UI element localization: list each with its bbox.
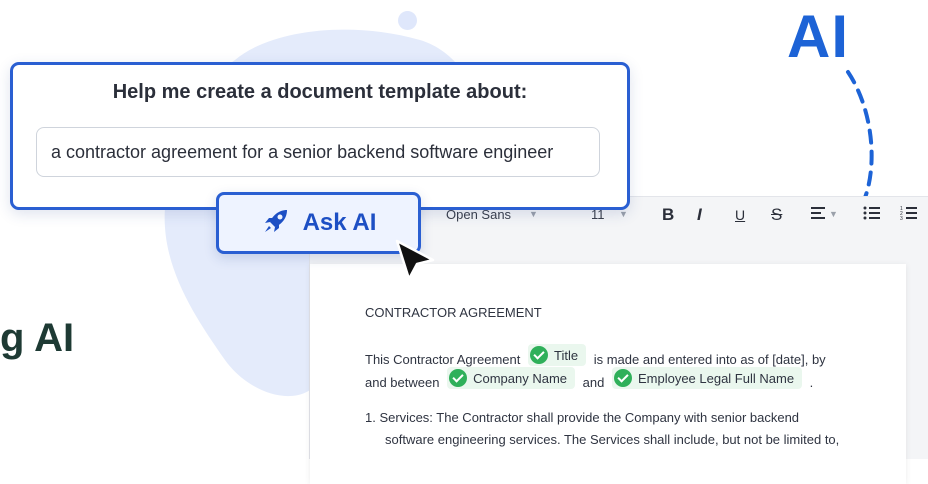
italic-button[interactable]: I xyxy=(697,205,702,225)
svg-text:3: 3 xyxy=(900,216,903,221)
ask-ai-label: Ask AI xyxy=(302,209,377,236)
document-page[interactable]: CONTRACTOR AGREEMENT This Contractor Agr… xyxy=(310,264,906,484)
ai-headline: AI xyxy=(787,3,849,70)
ai-prompt-card: Help me create a document template about… xyxy=(10,62,630,210)
bullet-list-icon[interactable] xyxy=(863,205,881,226)
bold-button[interactable]: B xyxy=(662,205,674,225)
paragraph-line-2: and between Company Name and Employee Le… xyxy=(365,367,813,390)
paragraph-line-1: This Contractor Agreement Title is made … xyxy=(365,344,826,367)
check-icon xyxy=(613,369,632,387)
list-item-services-line-1: 1. Services: The Contractor shall provid… xyxy=(365,410,800,425)
chevron-down-icon: ▼ xyxy=(529,209,538,219)
underline-button[interactable]: U xyxy=(735,207,745,223)
prompt-input[interactable] xyxy=(36,127,600,177)
chevron-down-icon: ▼ xyxy=(829,209,838,219)
placeholder-chip-employee[interactable]: Employee Legal Full Name xyxy=(611,367,803,389)
placeholder-chip-company[interactable]: Company Name xyxy=(447,367,576,389)
align-left-icon[interactable] xyxy=(810,205,828,226)
numbered-list-icon[interactable]: 123 xyxy=(900,205,920,226)
prompt-title: Help me create a document template about… xyxy=(112,81,528,103)
list-item-services-line-2: software engineering services. The Servi… xyxy=(385,432,840,447)
check-icon xyxy=(529,346,548,364)
decorative-dot xyxy=(398,11,417,30)
strikethrough-button[interactable]: S xyxy=(771,205,782,225)
check-icon xyxy=(449,369,468,387)
chevron-down-icon: ▼ xyxy=(619,209,628,219)
placeholder-chip-title[interactable]: Title xyxy=(527,344,587,366)
ask-ai-button[interactable]: Ask AI xyxy=(216,192,421,254)
section-heading: g AI xyxy=(0,316,75,360)
mouse-cursor-icon xyxy=(395,239,435,281)
rocket-icon xyxy=(261,206,291,241)
document-heading: CONTRACTOR AGREEMENT xyxy=(365,305,542,320)
